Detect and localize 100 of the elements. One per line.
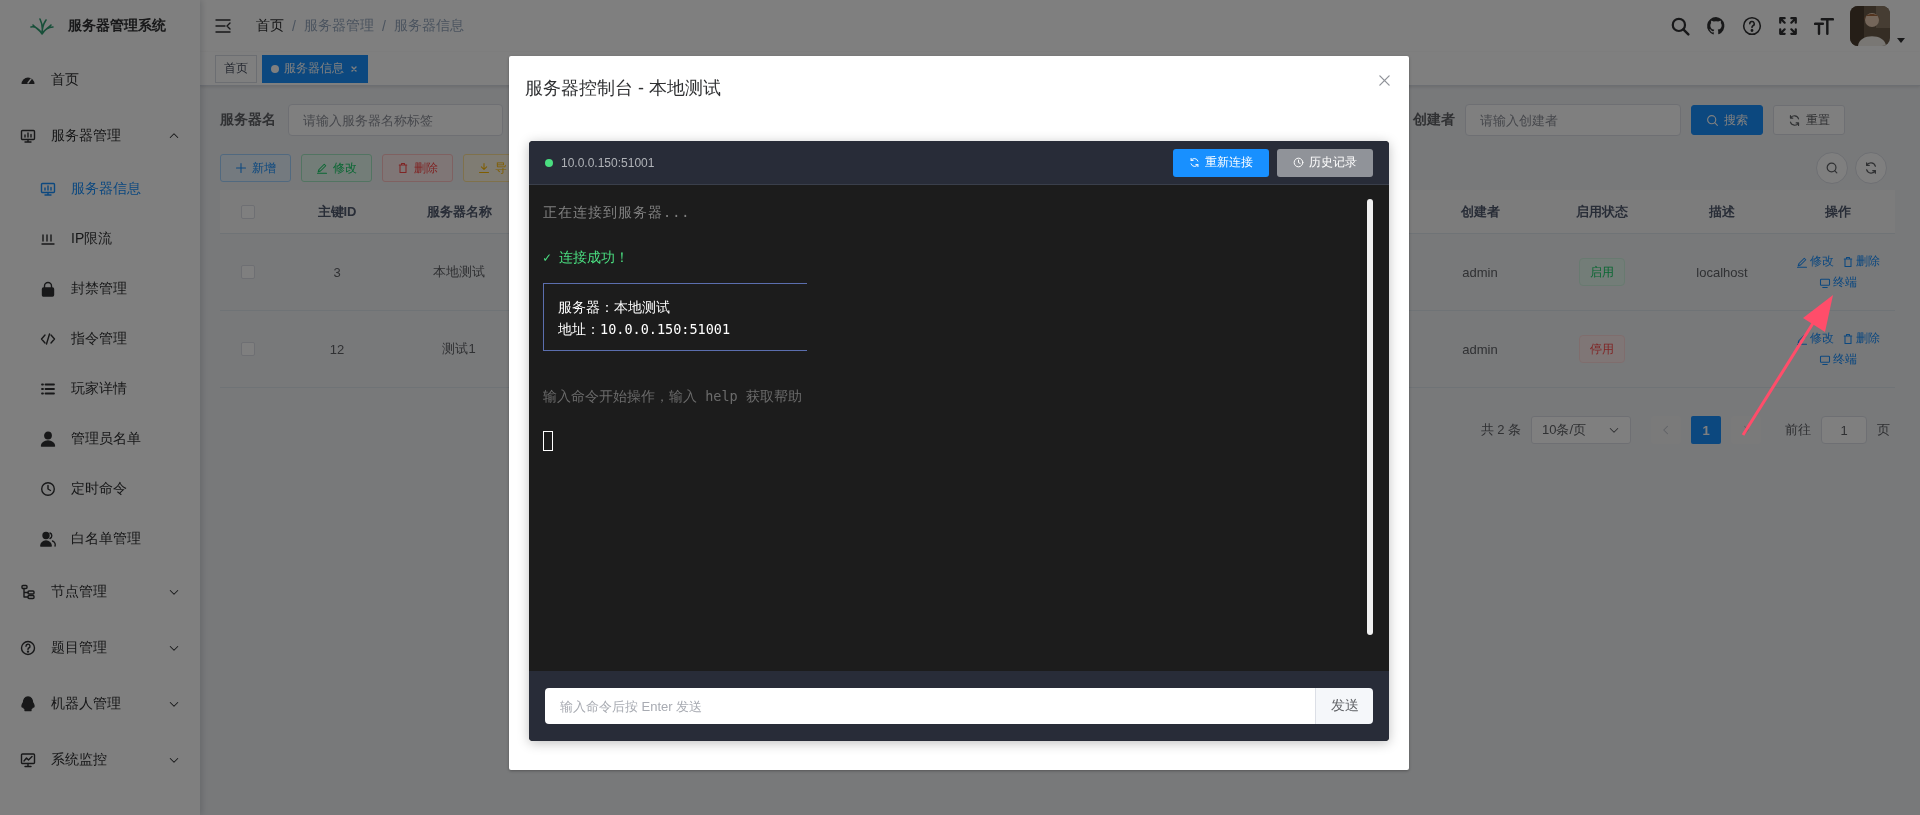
action-link[interactable]: 终端	[1818, 351, 1857, 368]
sidebar-item[interactable]: 机器人管理	[0, 676, 200, 732]
monitor-icon	[40, 181, 56, 197]
download-icon	[478, 162, 490, 174]
table-cell: admin	[1420, 311, 1540, 388]
chart-monitor-icon	[20, 752, 36, 768]
sidebar-subitem[interactable]: 定时命令	[0, 464, 200, 514]
table-cell: 12	[276, 311, 398, 388]
tree-icon	[20, 584, 36, 600]
search-icon	[1706, 113, 1719, 127]
plus-icon	[235, 162, 247, 174]
send-button[interactable]: 发送	[1315, 688, 1373, 724]
column-header: 创建者	[1420, 190, 1540, 234]
terminal-line: 正在连接到服务器...	[543, 203, 692, 222]
column-header: 操作	[1780, 190, 1895, 234]
action-link[interactable]: 终端	[1818, 274, 1857, 291]
close-icon	[1378, 74, 1391, 87]
sidebar-item[interactable]: 服务器管理	[0, 108, 200, 164]
sidebar-subitem[interactable]: 白名单管理	[0, 514, 200, 564]
monitor-icon	[1818, 353, 1831, 366]
trash-icon	[1841, 332, 1854, 345]
bars-icon	[40, 231, 56, 247]
sidebar-item[interactable]: 题目管理	[0, 620, 200, 676]
sidebar-item[interactable]: 节点管理	[0, 564, 200, 620]
monitor-icon	[1818, 276, 1831, 289]
terminal-line: ✓ 连接成功！	[543, 248, 631, 267]
breadcrumb-separator: /	[292, 18, 296, 34]
github-icon[interactable]	[1706, 16, 1726, 36]
history-button[interactable]: 历史记录	[1277, 148, 1373, 177]
status-tag: 停用	[1579, 335, 1625, 363]
command-input[interactable]: 输入命令后按 Enter 发送	[545, 688, 1315, 724]
pencil-icon	[1795, 332, 1808, 345]
trash-icon	[1841, 255, 1854, 268]
tab[interactable]: 首页	[215, 54, 257, 83]
font-size-icon[interactable]	[1814, 16, 1834, 36]
tab[interactable]: 服务器信息	[262, 54, 368, 83]
add-button[interactable]: 新增	[220, 154, 291, 182]
sidebar-subitem[interactable]: 指令管理	[0, 314, 200, 364]
menu-icon[interactable]	[214, 17, 232, 35]
search-button[interactable]: 搜索	[1691, 105, 1763, 135]
sidebar-subitem[interactable]: IP限流	[0, 214, 200, 264]
page-size-select[interactable]: 10条/页	[1531, 416, 1631, 444]
page-jump-field[interactable]: 1	[1821, 416, 1867, 444]
action-link[interactable]: 修改	[1795, 330, 1834, 347]
reset-button[interactable]: 重置	[1773, 105, 1845, 135]
app-title: 服务器管理系统	[68, 17, 166, 35]
scrollbar[interactable]	[1367, 199, 1373, 635]
pencil-icon	[316, 162, 328, 174]
terminal-line: 服务器：本地测试	[558, 298, 671, 317]
column-header: 主键ID	[276, 190, 398, 234]
sidebar-subitem[interactable]: 玩家详情	[0, 364, 200, 414]
page-button[interactable]: 1	[1691, 416, 1721, 444]
dialog-title: 服务器控制台 - 本地测试	[525, 77, 721, 100]
refresh-icon	[1189, 157, 1200, 168]
action-link[interactable]: 删除	[1841, 253, 1880, 270]
table-cell: localhost	[1664, 234, 1780, 311]
clock-icon	[1293, 157, 1304, 168]
users-icon	[40, 531, 56, 547]
trash-icon	[397, 162, 409, 174]
field-label: 服务器名	[220, 111, 276, 129]
sidebar-item[interactable]: 首页	[0, 52, 200, 108]
help-icon[interactable]	[1742, 16, 1762, 36]
search-icon[interactable]	[1670, 16, 1690, 36]
total-count: 共 2 条	[1480, 421, 1521, 439]
jump-label: 前往	[1785, 421, 1811, 439]
terminal-line: 地址：10.0.0.150:51001	[558, 320, 732, 339]
sidebar-subitem[interactable]: 封禁管理	[0, 264, 200, 314]
breadcrumb-item[interactable]: 首页	[256, 17, 284, 35]
list-icon	[40, 381, 56, 397]
field-label: 创建者	[1413, 111, 1455, 129]
terminal-line: 输入命令开始操作，输入 help 获取帮助	[543, 387, 803, 406]
delete-button[interactable]: 删除	[382, 154, 453, 182]
sidebar-subitem[interactable]: 管理员名单	[0, 414, 200, 464]
code-icon	[40, 331, 56, 347]
table-cell: 3	[276, 234, 398, 311]
table-cell: admin	[1420, 234, 1540, 311]
text-cursor	[543, 431, 553, 451]
reconnect-button[interactable]: 重新连接	[1173, 148, 1269, 177]
monitor-icon	[20, 128, 36, 144]
refresh-icon	[1788, 113, 1801, 127]
column-header: 启用状态	[1540, 190, 1664, 234]
refresh-button[interactable]	[1855, 152, 1887, 184]
fullscreen-icon[interactable]	[1778, 16, 1798, 36]
jump-suffix: 页	[1877, 421, 1890, 439]
action-link[interactable]: 删除	[1841, 330, 1880, 347]
status-tag: 启用	[1579, 258, 1625, 286]
close-button[interactable]	[1378, 74, 1391, 87]
sidebar-item[interactable]: 系统监控	[0, 732, 200, 788]
sidebar-subitem[interactable]: 服务器信息	[0, 164, 200, 214]
pencil-icon	[1795, 255, 1808, 268]
action-link[interactable]: 修改	[1795, 253, 1834, 270]
dot-icon	[271, 64, 279, 73]
lock-icon	[40, 281, 56, 297]
clock-icon	[40, 481, 56, 497]
search-toggle-button[interactable]	[1816, 152, 1848, 184]
breadcrumb-separator: /	[381, 18, 386, 34]
user-icon	[40, 431, 56, 447]
refresh-icon	[1864, 161, 1878, 175]
server-address: 10.0.0.150:51001	[561, 155, 655, 170]
column-header: 描述	[1664, 190, 1780, 234]
